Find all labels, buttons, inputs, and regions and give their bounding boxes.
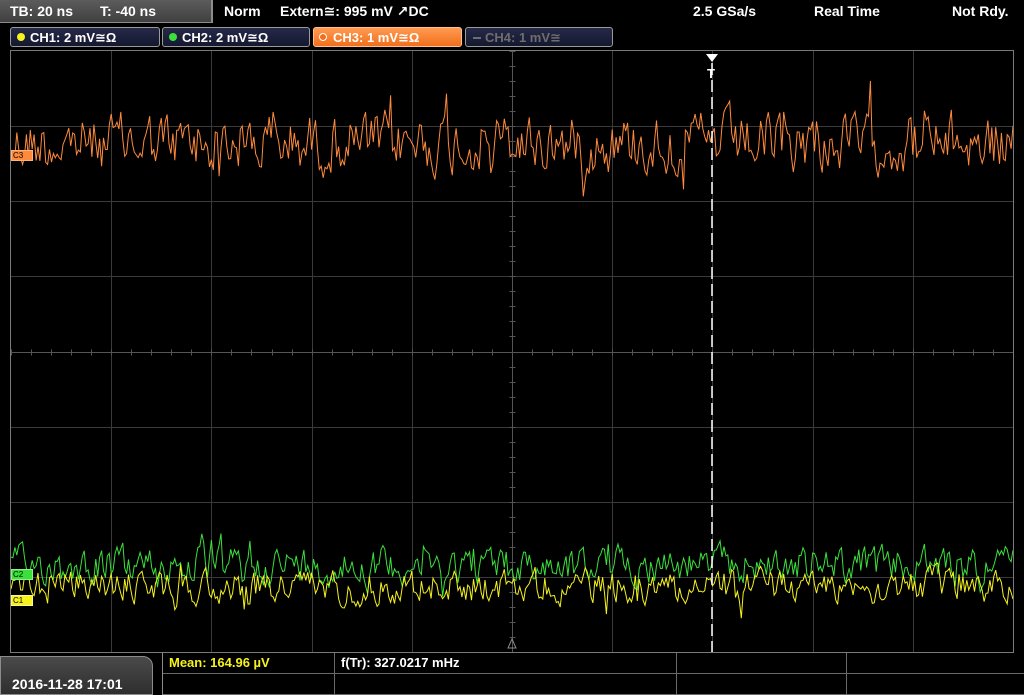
measurement-mean: Mean: 164.96 µV — [169, 655, 270, 670]
channel-2-dot-icon — [169, 33, 177, 41]
acquisition-state: Not Rdy. — [952, 3, 1009, 19]
channel-2-marker[interactable]: C2 — [11, 569, 33, 580]
date-time-panel: 2016-11-28 17:01 — [0, 656, 153, 695]
trigger-offset-value: T: -40 ns — [100, 3, 157, 19]
trigger-mode: Norm — [224, 3, 261, 19]
trigger-marker: T — [707, 66, 715, 81]
trigger-arrow-icon[interactable] — [706, 54, 718, 62]
measurement-mean-cell[interactable]: Mean: 164.96 µV — [163, 653, 335, 674]
channel-1-dot-icon — [17, 33, 25, 41]
channel-4-tab[interactable]: CH4: 1 mV≅ — [465, 27, 613, 47]
sample-rate: 2.5 GSa/s — [693, 3, 757, 19]
channel-3-marker[interactable]: C3 — [11, 150, 33, 161]
measurement-empty-cell[interactable] — [335, 674, 677, 695]
waveform-display[interactable]: T — [10, 50, 1014, 653]
channel-2-label: CH2: 2 mV≅Ω — [182, 30, 269, 45]
channel-1-label: CH1: 2 mV≅Ω — [30, 30, 117, 45]
measurement-panel[interactable]: Mean: 164.96 µV f(Tr): 327.0217 mHz — [162, 653, 1024, 695]
status-bar: TB: 20 ns T: -40 ns Norm Extern≅: 995 mV… — [0, 0, 1024, 24]
oscilloscope-screen: TB: 20 ns T: -40 ns Norm Extern≅: 995 mV… — [0, 0, 1024, 695]
channel-3-dot-icon — [319, 33, 327, 41]
channel-4-off-icon — [473, 37, 481, 39]
measurement-frequency: f(Tr): 327.0217 mHz — [341, 655, 460, 670]
channel-tabs: CH1: 2 mV≅Ω CH2: 2 mV≅Ω CH3: 1 mV≅Ω CH4:… — [0, 27, 1024, 49]
measurement-empty-cell[interactable] — [677, 674, 847, 695]
channel-4-label: CH4: 1 mV≅ — [485, 30, 561, 45]
measurement-empty-cell[interactable] — [163, 674, 335, 695]
trigger-source: Extern≅: 995 mV ↗DC — [280, 3, 429, 19]
date-time: 2016-11-28 17:01 — [12, 676, 123, 692]
bottom-bar: 2016-11-28 17:01 Mean: 164.96 µV f(Tr): … — [0, 653, 1024, 695]
waveform-grid: T — [11, 51, 1013, 652]
measurement-empty-cell[interactable] — [847, 653, 1024, 674]
channel-3-label: CH3: 1 mV≅Ω — [333, 30, 420, 45]
channel-1-tab[interactable]: CH1: 2 mV≅Ω — [10, 27, 160, 47]
measurement-empty-cell[interactable] — [677, 653, 847, 674]
measurement-empty-cell[interactable] — [847, 674, 1024, 695]
channel-3-tab[interactable]: CH3: 1 mV≅Ω — [313, 27, 462, 47]
timebase-value: TB: 20 ns — [10, 3, 74, 19]
acquisition-panel[interactable]: Norm Extern≅: 995 mV ↗DC 2.5 GSa/s Real … — [216, 0, 1024, 23]
acquisition-mode: Real Time — [814, 3, 880, 19]
measurement-freq-cell[interactable]: f(Tr): 327.0217 mHz — [335, 653, 677, 674]
channel-2-tab[interactable]: CH2: 2 mV≅Ω — [162, 27, 310, 47]
channel-1-marker[interactable]: C1 — [11, 595, 33, 606]
timebase-panel[interactable]: TB: 20 ns T: -40 ns — [0, 0, 213, 23]
